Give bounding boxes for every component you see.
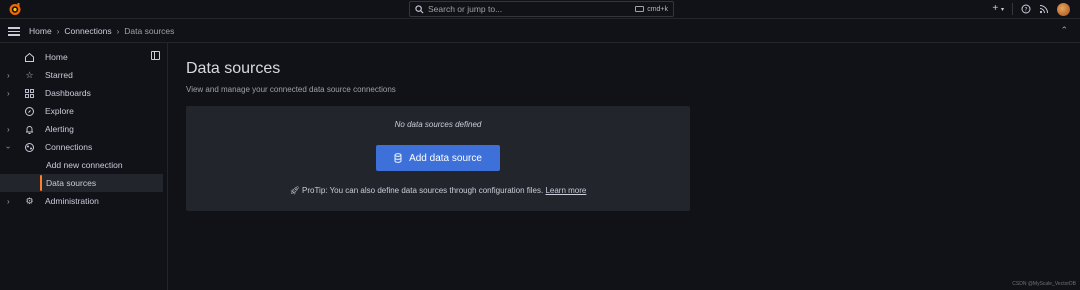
sidebar-item-explore[interactable]: Explore <box>0 102 163 120</box>
top-bar-actions: + ▾ ? <box>992 2 1070 16</box>
protip: 🚀︎ ProTip: You can also define data sour… <box>186 186 690 195</box>
breadcrumb: Home › Connections › Data sources <box>29 26 174 36</box>
divider <box>1012 3 1013 15</box>
sidebar-item-add-new-connection[interactable]: Add new connection <box>0 156 163 174</box>
page-description: View and manage your connected data sour… <box>186 85 396 94</box>
sidebar-item-label: Home <box>45 52 68 62</box>
grid-icon <box>25 88 34 98</box>
breadcrumb-bar: Home › Connections › Data sources ⌃ <box>0 20 1080 43</box>
search-bar[interactable]: Search or jump to... cmd+k <box>409 1 674 17</box>
bell-icon <box>26 125 33 134</box>
chevron-down-icon[interactable]: › <box>4 146 13 149</box>
chevron-right-icon[interactable]: › <box>7 89 10 98</box>
sidebar-item-alerting[interactable]: › Alerting <box>0 120 163 138</box>
keyboard-icon <box>635 6 645 12</box>
home-icon <box>25 52 34 62</box>
watermark: CSDN @MyScale_VectorDB <box>1012 281 1076 287</box>
search-placeholder: Search or jump to... <box>428 4 503 14</box>
sidebar-item-administration[interactable]: › ⚙ Administration <box>0 192 163 210</box>
compass-icon <box>25 106 34 116</box>
rocket-icon: 🚀︎ <box>289 186 300 195</box>
database-icon <box>394 153 402 163</box>
sidebar-item-label: Administration <box>45 196 99 206</box>
page-title: Data sources <box>186 60 281 77</box>
chevron-right-icon: › <box>56 26 60 36</box>
add-data-source-label: Add data source <box>409 152 482 164</box>
protip-text: ProTip: You can also define data sources… <box>302 186 544 195</box>
learn-more-link[interactable]: Learn more <box>545 186 586 195</box>
star-icon: ☆ <box>25 69 34 80</box>
sidebar-item-label: Alerting <box>45 124 74 134</box>
sidebar-item-label: Explore <box>45 106 74 116</box>
chevron-up-icon[interactable]: ⌃ <box>1060 25 1068 36</box>
breadcrumb-connections[interactable]: Connections <box>64 26 111 36</box>
top-bar: Search or jump to... cmd+k + ▾ ? <box>0 0 1080 19</box>
chevron-right-icon: › <box>116 26 120 36</box>
sidebar-item-data-sources[interactable]: Data sources <box>0 174 163 192</box>
sidebar-item-dashboards[interactable]: › Dashboards <box>0 84 163 102</box>
svg-text:?: ? <box>1024 6 1027 13</box>
sidebar-item-label: Add new connection <box>46 160 123 170</box>
sidebar-item-starred[interactable]: › ☆ Starred <box>0 66 163 84</box>
chevron-down-icon: ▾ <box>1000 6 1004 13</box>
keyboard-shortcut: cmd+k <box>635 6 668 13</box>
chevron-right-icon[interactable]: › <box>7 197 10 206</box>
breadcrumb-home[interactable]: Home <box>29 26 52 36</box>
grafana-logo-icon[interactable] <box>8 2 22 16</box>
sidebar-item-label: Data sources <box>46 178 97 188</box>
search-icon <box>415 4 424 13</box>
active-indicator <box>40 175 42 191</box>
avatar[interactable] <box>1057 2 1070 16</box>
sidebar-item-label: Connections <box>45 142 93 152</box>
menu-toggle-icon[interactable] <box>8 27 20 36</box>
sidebar-item-label: Starred <box>45 70 73 80</box>
sidebar-item-home[interactable]: Home <box>0 48 163 66</box>
rss-icon[interactable] <box>1039 4 1049 14</box>
empty-state-message: No data sources defined <box>394 120 482 129</box>
connections-icon <box>25 142 34 152</box>
sidebar: Home › ☆ Starred › Dashboards Explore › … <box>0 43 168 290</box>
gear-icon: ⚙ <box>25 195 34 206</box>
chevron-right-icon[interactable]: › <box>7 125 10 134</box>
breadcrumb-data-sources: Data sources <box>124 26 175 36</box>
chevron-right-icon[interactable]: › <box>7 71 10 80</box>
new-menu-button[interactable]: + ▾ <box>992 2 1004 17</box>
sidebar-item-label: Dashboards <box>45 88 91 98</box>
help-icon[interactable]: ? <box>1021 4 1031 14</box>
shortcut-label: cmd+k <box>647 5 668 13</box>
add-data-source-button[interactable]: Add data source <box>376 145 500 171</box>
sidebar-item-connections[interactable]: › Connections <box>0 138 163 156</box>
plus-icon: + <box>992 2 999 14</box>
